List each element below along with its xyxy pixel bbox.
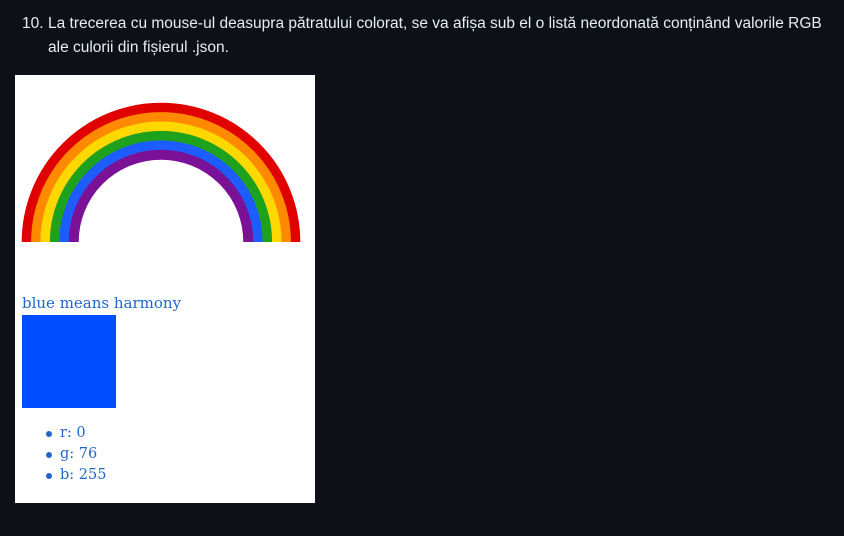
- rgb-value-b: b: 255: [44, 465, 106, 486]
- rgb-values-list: r: 0 g: 76 b: 255: [44, 423, 106, 486]
- instruction-item: 10. La trecerea cu mouse-ul deasupra păt…: [22, 12, 838, 60]
- bullet-icon: [46, 431, 52, 437]
- demo-output-frame: blue means harmony r: 0 g: 76 b: 255: [15, 75, 315, 503]
- rgb-value-g: g: 76: [44, 444, 106, 465]
- rgb-value-r: r: 0: [44, 423, 106, 444]
- rgb-value-label: b: 255: [60, 467, 107, 483]
- instruction-text: La trecerea cu mouse-ul deasupra pătratu…: [48, 15, 822, 56]
- color-heading: blue means harmony: [22, 294, 182, 312]
- rainbow-image: [21, 102, 301, 243]
- page: 10. La trecerea cu mouse-ul deasupra păt…: [0, 0, 844, 536]
- rgb-value-label: g: 76: [60, 446, 98, 462]
- color-square[interactable]: [22, 315, 116, 408]
- bullet-icon: [46, 452, 52, 458]
- bullet-icon: [46, 473, 52, 479]
- rgb-value-label: r: 0: [60, 425, 86, 441]
- instruction-number: 10.: [22, 15, 44, 32]
